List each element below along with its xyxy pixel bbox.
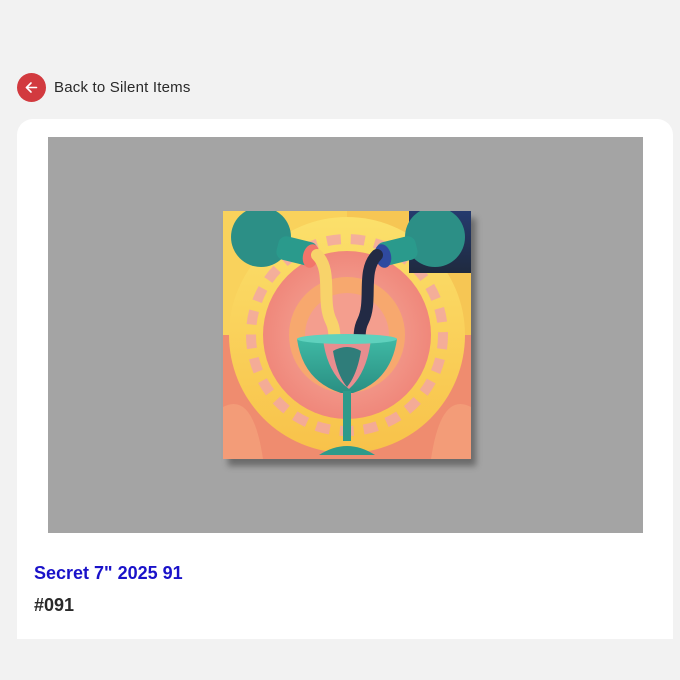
item-title[interactable]: Secret 7" 2025 91 — [34, 563, 183, 584]
back-link-label[interactable]: Back to Silent Items — [54, 79, 191, 96]
page: Back to Silent Items Secret 7" 2025 91 #… — [0, 0, 680, 680]
item-image[interactable] — [48, 137, 643, 533]
item-number: #091 — [34, 595, 75, 615]
item-card: Secret 7" 2025 91 #091 — [17, 119, 673, 639]
record-sleeve-artwork — [223, 211, 471, 459]
arrow-left-icon[interactable] — [17, 73, 46, 102]
back-to-silent-items-link[interactable]: Back to Silent Items — [17, 73, 191, 102]
